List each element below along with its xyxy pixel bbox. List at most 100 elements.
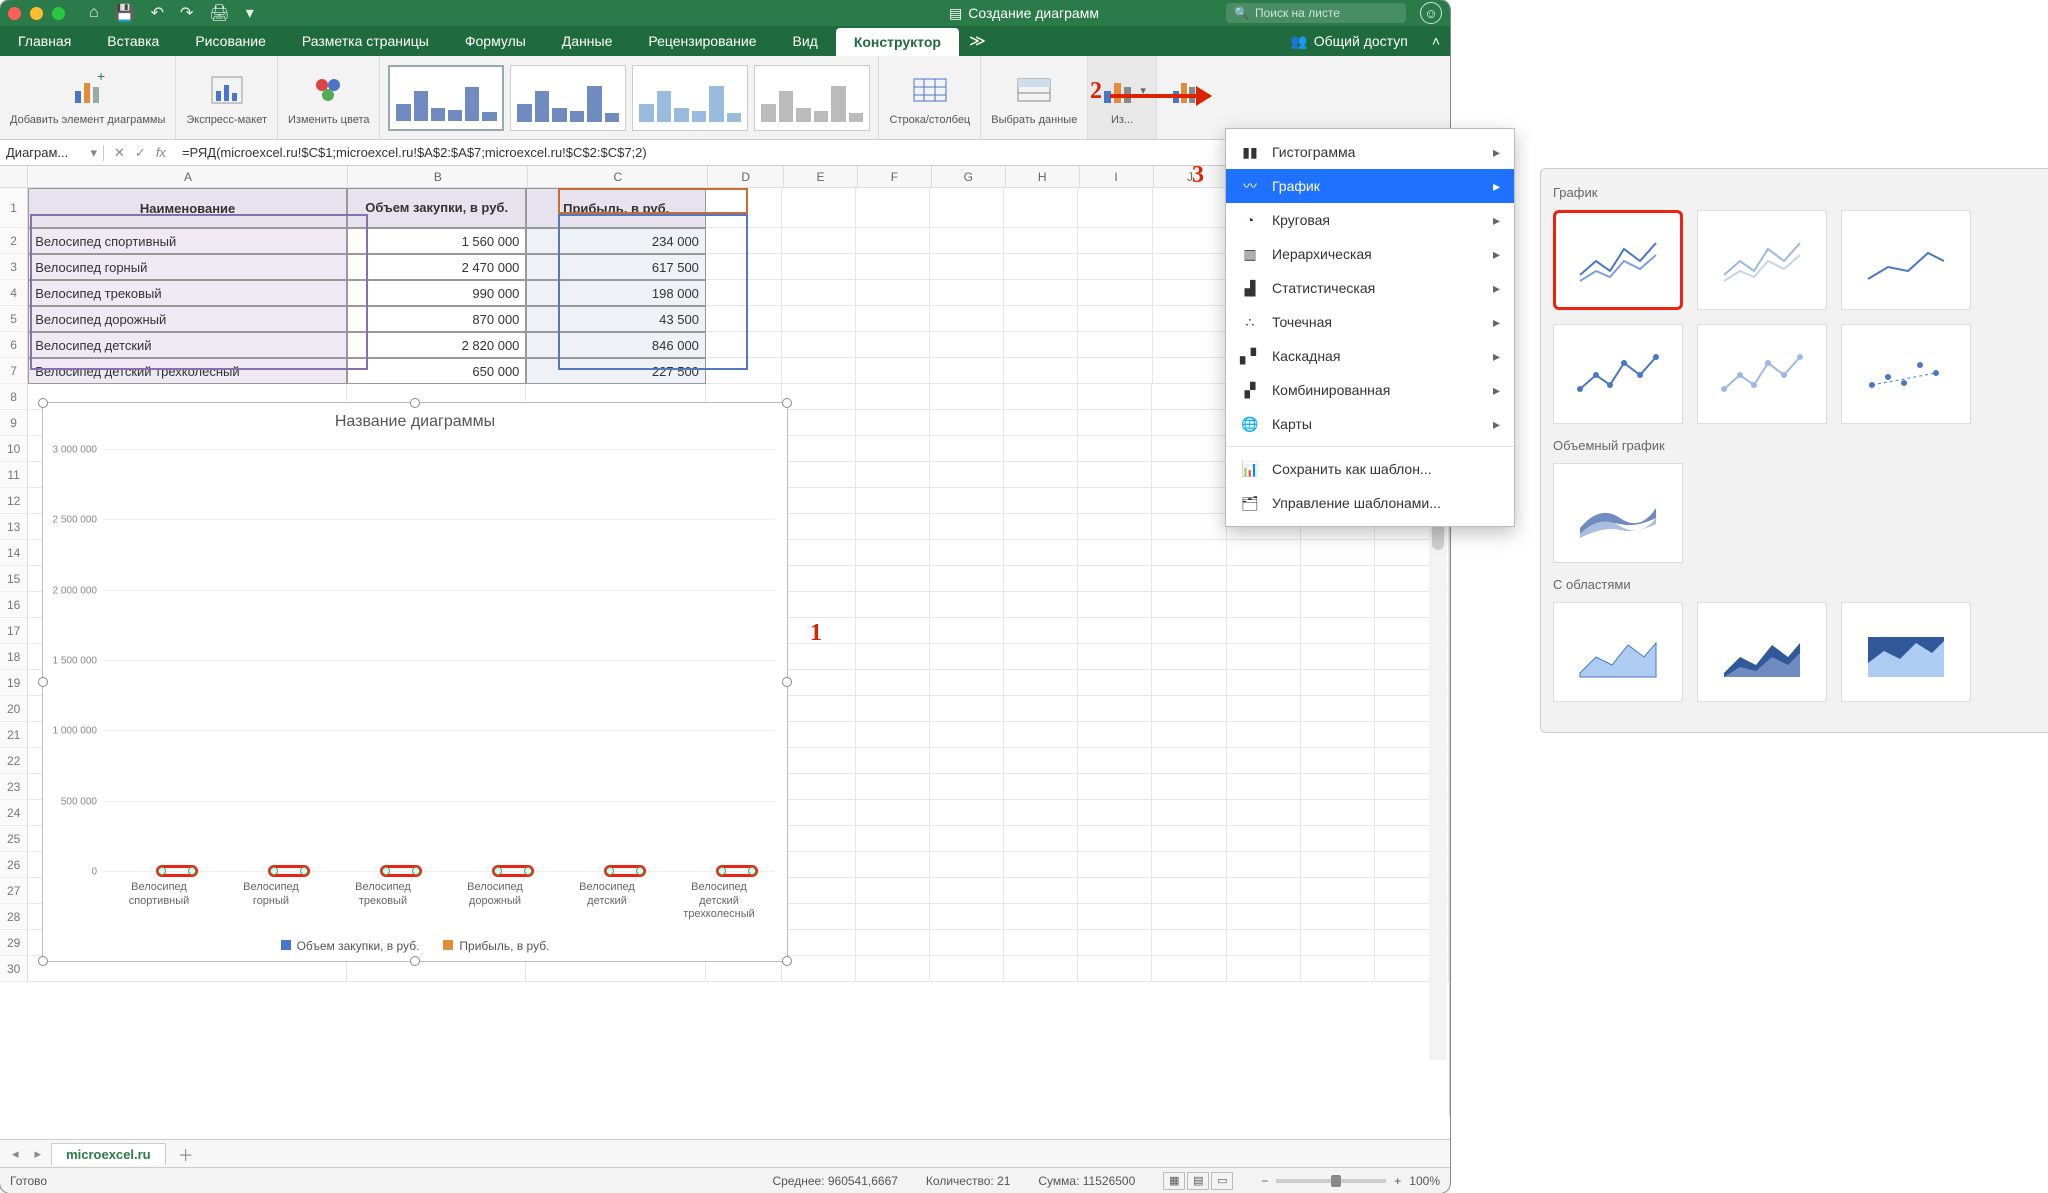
col-header-j[interactable]: J bbox=[1154, 166, 1228, 187]
tab-home[interactable]: Главная bbox=[0, 26, 89, 56]
embedded-chart[interactable]: Название диаграммы 0500 0001 000 0001 50… bbox=[42, 402, 788, 962]
col-header-c[interactable]: C bbox=[528, 166, 708, 187]
search-placeholder: Поиск на листе bbox=[1255, 6, 1340, 20]
add-sheet-button[interactable]: ＋ bbox=[170, 1142, 202, 1166]
chevron-right-icon: ▸ bbox=[1493, 416, 1500, 433]
chevron-right-icon: ▸ bbox=[1493, 280, 1500, 297]
zoom-in-button[interactable]: + bbox=[1394, 1174, 1401, 1188]
name-box[interactable]: Диаграм...▾ bbox=[0, 145, 104, 161]
tab-page-layout[interactable]: Разметка страницы bbox=[284, 26, 447, 56]
menu-item-pie[interactable]: ◔Круговая▸ bbox=[1226, 203, 1514, 237]
close-window-button[interactable] bbox=[8, 7, 21, 20]
menu-item-manage-templates[interactable]: 🗂Управление шаблонами... bbox=[1226, 486, 1514, 520]
status-count: Количество: 21 bbox=[926, 1174, 1010, 1188]
cancel-formula-icon[interactable]: ✕ bbox=[114, 145, 125, 161]
col-header-a[interactable]: A bbox=[28, 166, 348, 187]
select-data-button[interactable]: Выбрать данные bbox=[981, 56, 1088, 139]
chart-legend[interactable]: Объем закупки, в руб. Прибыль, в руб. bbox=[43, 939, 787, 953]
chart-style-2[interactable] bbox=[510, 65, 626, 131]
change-colors-button[interactable]: Изменить цвета bbox=[278, 56, 380, 139]
accept-formula-icon[interactable]: ✓ bbox=[135, 145, 146, 161]
tab-draw[interactable]: Рисование bbox=[177, 26, 284, 56]
col-header-g[interactable]: G bbox=[932, 166, 1006, 187]
sheet-nav-next[interactable]: ▸ bbox=[29, 1146, 48, 1162]
share-button[interactable]: 👥Общий доступ bbox=[1276, 26, 1422, 56]
menu-item-maps[interactable]: 🌐Карты▸ bbox=[1226, 407, 1514, 441]
map-icon: 🌐 bbox=[1240, 416, 1260, 433]
col-header-b[interactable]: B bbox=[348, 166, 528, 187]
status-ready: Готово bbox=[10, 1174, 47, 1188]
histogram-icon: ▟ bbox=[1240, 280, 1260, 297]
line-chart-option-2[interactable] bbox=[1697, 210, 1827, 310]
sheet-tab-bar: ◂ ▸ microexcel.ru ＋ bbox=[0, 1139, 1450, 1167]
menu-item-scatter[interactable]: ∴Точечная▸ bbox=[1226, 305, 1514, 339]
area-chart-option-3[interactable] bbox=[1841, 602, 1971, 702]
tab-insert[interactable]: Вставка bbox=[89, 26, 177, 56]
chart-styles-gallery[interactable] bbox=[380, 56, 879, 139]
search-input[interactable]: 🔍 Поиск на листе bbox=[1226, 3, 1406, 23]
view-mode-buttons[interactable]: ▦▤▭ bbox=[1163, 1172, 1233, 1190]
line-chart-option-3[interactable] bbox=[1841, 210, 1971, 310]
gallery-heading-3d: Объемный график bbox=[1553, 438, 2048, 453]
annotation-arrow bbox=[1110, 94, 1210, 98]
annotation-3: 3 bbox=[1192, 162, 1204, 189]
redo-icon[interactable]: ↷ bbox=[180, 3, 193, 23]
col-header-i[interactable]: I bbox=[1080, 166, 1154, 187]
line-chart-markers-1[interactable] bbox=[1553, 324, 1683, 424]
line-chart-option-1[interactable] bbox=[1553, 210, 1683, 310]
line-chart-markers-2[interactable] bbox=[1697, 324, 1827, 424]
home-icon[interactable]: ⌂ bbox=[89, 4, 99, 22]
menu-item-combo[interactable]: ▞Комбинированная▸ bbox=[1226, 373, 1514, 407]
menu-item-histogram[interactable]: ▮▮Гистограмма▸ bbox=[1226, 135, 1514, 169]
tab-view[interactable]: Вид bbox=[775, 26, 836, 56]
area-chart-option-2[interactable] bbox=[1697, 602, 1827, 702]
share-icon: 👥 bbox=[1290, 33, 1307, 50]
fx-icon[interactable]: fx bbox=[156, 145, 166, 160]
tab-chart-design[interactable]: Конструктор bbox=[836, 28, 959, 56]
svg-text:+: + bbox=[97, 73, 105, 84]
menu-item-hierarchy[interactable]: ▥Иерархическая▸ bbox=[1226, 237, 1514, 271]
change-chart-type-menu: ▮▮Гистограмма▸ 〰График▸ ◔Круговая▸ ▥Иера… bbox=[1225, 128, 1515, 527]
zoom-slider[interactable] bbox=[1276, 1179, 1386, 1183]
undo-icon[interactable]: ↶ bbox=[151, 3, 164, 23]
chart-plot-area[interactable]: 0500 0001 000 0001 500 0002 000 0002 500… bbox=[103, 449, 775, 871]
tab-formulas[interactable]: Формулы bbox=[447, 26, 544, 56]
save-icon[interactable]: 💾 bbox=[115, 3, 135, 23]
quick-layout-button[interactable]: Экспресс-макет bbox=[176, 56, 278, 139]
sheet-nav-prev[interactable]: ◂ bbox=[6, 1146, 25, 1162]
tabs-overflow[interactable]: ≫ bbox=[959, 26, 996, 56]
tab-review[interactable]: Рецензирование bbox=[630, 26, 774, 56]
gallery-heading-line: График bbox=[1553, 185, 2048, 200]
line-chart-markers-3[interactable] bbox=[1841, 324, 1971, 424]
switch-row-column-button[interactable]: Строка/столбец bbox=[879, 56, 981, 139]
line-3d-option[interactable] bbox=[1553, 463, 1683, 563]
qat-more-icon[interactable]: ▾ bbox=[246, 3, 254, 23]
window-controls bbox=[8, 7, 65, 20]
menu-item-statistical[interactable]: ▟Статистическая▸ bbox=[1226, 271, 1514, 305]
menu-item-line[interactable]: 〰График▸ bbox=[1226, 169, 1514, 203]
menu-item-save-template[interactable]: 📊Сохранить как шаблон... bbox=[1226, 452, 1514, 486]
document-icon: ▤ bbox=[949, 5, 962, 21]
col-header-e[interactable]: E bbox=[784, 166, 858, 187]
minimize-window-button[interactable] bbox=[30, 7, 43, 20]
combo-chart-icon: ▞ bbox=[1240, 382, 1260, 399]
col-header-h[interactable]: H bbox=[1006, 166, 1080, 187]
maximize-window-button[interactable] bbox=[52, 7, 65, 20]
add-chart-element-button[interactable]: + Добавить элемент диаграммы bbox=[0, 56, 176, 139]
col-header-d[interactable]: D bbox=[708, 166, 784, 187]
col-header-f[interactable]: F bbox=[858, 166, 932, 187]
chart-style-1[interactable] bbox=[388, 65, 504, 131]
sheet-tab-active[interactable]: microexcel.ru bbox=[51, 1143, 166, 1165]
chart-style-3[interactable] bbox=[632, 65, 748, 131]
zoom-control[interactable]: − + 100% bbox=[1261, 1174, 1440, 1188]
zoom-out-button[interactable]: − bbox=[1261, 1174, 1268, 1188]
area-chart-option-1[interactable] bbox=[1553, 602, 1683, 702]
print-icon[interactable]: 🖨 bbox=[209, 3, 229, 23]
tab-data[interactable]: Данные bbox=[544, 26, 631, 56]
chart-style-4[interactable] bbox=[754, 65, 870, 131]
menu-item-waterfall[interactable]: ▖▘Каскадная▸ bbox=[1226, 339, 1514, 373]
document-title: ▤Создание диаграмм bbox=[0, 5, 2048, 22]
collapse-ribbon-button[interactable]: ˄ bbox=[1422, 26, 1450, 56]
user-account-button[interactable]: ☺ bbox=[1420, 2, 1442, 24]
search-icon: 🔍 bbox=[1234, 6, 1249, 20]
